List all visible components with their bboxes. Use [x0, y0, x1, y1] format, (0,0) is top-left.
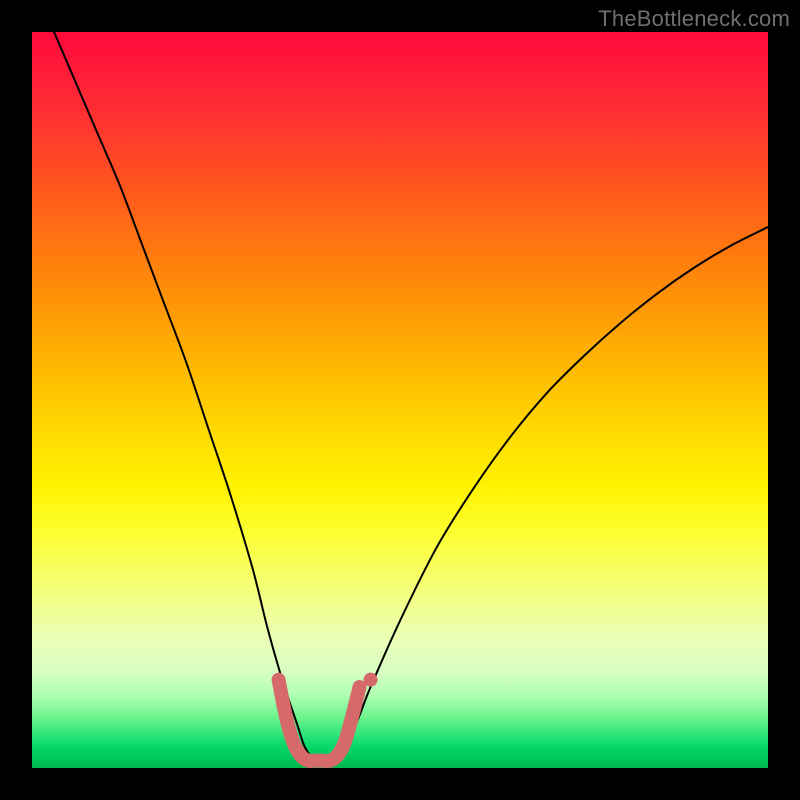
chart-frame: TheBottleneck.com — [0, 0, 800, 800]
marker-dot — [364, 673, 378, 687]
chart-svg — [32, 32, 768, 768]
bottleneck-curve — [54, 32, 768, 761]
min-band-marker — [279, 680, 360, 761]
curve-layer — [54, 32, 768, 761]
watermark-text: TheBottleneck.com — [598, 6, 790, 32]
